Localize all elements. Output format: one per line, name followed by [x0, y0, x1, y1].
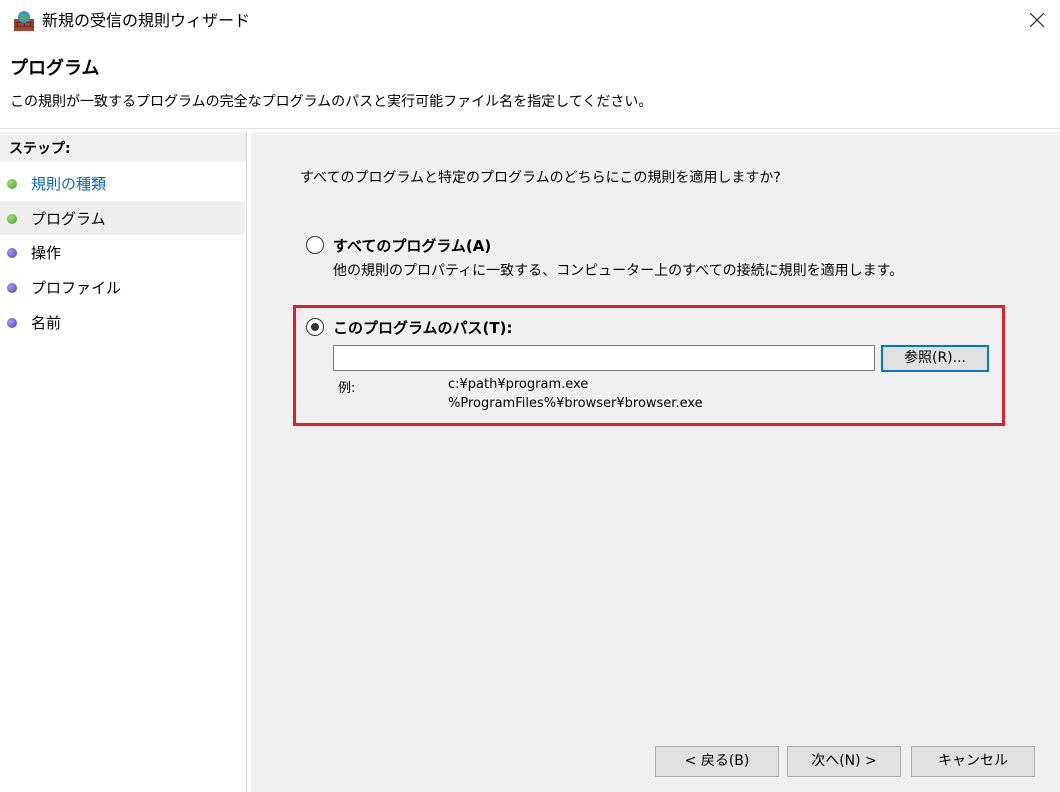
- all-programs-label[interactable]: すべてのプログラム(A): [333, 235, 491, 256]
- all-programs-description: 他の規則のプロパティに一致する、コンピューター上のすべての接続に規則を適用します…: [333, 263, 904, 279]
- question-text: すべてのプログラムと特定のプログラムのどちらにこの規則を適用しますか?: [300, 170, 781, 186]
- step-status-icon: [7, 248, 17, 258]
- step-status-icon: [7, 214, 17, 224]
- example-label: 例:: [338, 381, 356, 396]
- step-status-icon: [7, 318, 17, 328]
- step-label: プロファイル: [31, 279, 122, 297]
- title-bar: 新規の受信の規則ウィザード: [0, 0, 1060, 44]
- program-path-radio[interactable]: [306, 318, 324, 336]
- program-path-label[interactable]: このプログラムのパス(T):: [333, 317, 513, 338]
- step-label: 名前: [31, 314, 62, 332]
- step-rule-type[interactable]: 規則の種類: [0, 166, 245, 200]
- window-title: 新規の受信の規則ウィザード: [42, 11, 251, 30]
- step-status-icon: [7, 179, 17, 189]
- step-label: 規則の種類: [31, 175, 107, 193]
- page-title: プログラム: [10, 58, 100, 79]
- steps-header: ステップ:: [0, 132, 246, 162]
- step-status-icon: [7, 283, 17, 293]
- example-path-2: %ProgramFiles%¥browser¥browser.exe: [448, 396, 703, 411]
- step-profile: プロファイル: [0, 270, 245, 304]
- program-path-input[interactable]: [333, 345, 875, 371]
- browse-button[interactable]: 参照(R)...: [881, 345, 989, 372]
- step-program[interactable]: プログラム: [0, 201, 245, 235]
- example-path-1: c:¥path¥program.exe: [448, 377, 589, 392]
- wizard-window: 新規の受信の規則ウィザード プログラム この規則が一致するプログラムの完全なプロ…: [0, 0, 1060, 792]
- main-panel: すべてのプログラムと特定のプログラムのどちらにこの規則を適用しますか? すべての…: [251, 132, 1060, 792]
- next-button[interactable]: 次へ(N) >: [787, 746, 901, 777]
- page-subtitle: この規則が一致するプログラムの完全なプログラムのパスと実行可能ファイル名を指定し…: [10, 94, 653, 110]
- step-name: 名前: [0, 305, 245, 339]
- close-button[interactable]: [1014, 0, 1060, 44]
- steps-sidebar: ステップ: 規則の種類 プログラム 操作 プロファイル 名前: [0, 132, 247, 792]
- step-label: プログラム: [31, 210, 106, 228]
- close-icon: [1029, 12, 1045, 32]
- step-label: 操作: [31, 244, 62, 262]
- all-programs-radio[interactable]: [306, 236, 324, 254]
- cancel-button[interactable]: キャンセル: [911, 746, 1035, 777]
- wizard-header: プログラム この規則が一致するプログラムの完全なプログラムのパスと実行可能ファイ…: [0, 44, 1060, 129]
- steps-header-label: ステップ:: [9, 141, 71, 157]
- firewall-icon: [13, 10, 35, 32]
- step-action: 操作: [0, 235, 245, 269]
- back-button[interactable]: < 戻る(B): [655, 746, 779, 777]
